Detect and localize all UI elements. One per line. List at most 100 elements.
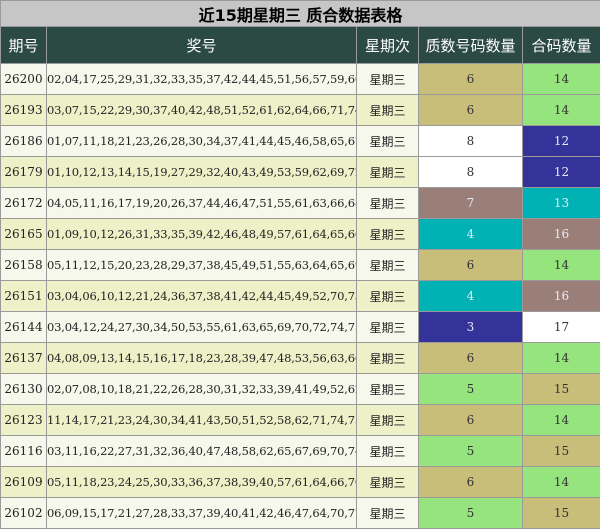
prime-count-cell: 3 xyxy=(418,311,523,343)
numbers-cell: 01,10,12,13,14,15,19,27,29,32,40,43,49,5… xyxy=(46,156,357,188)
weekday-cell: 星期三 xyxy=(356,466,419,498)
period-cell: 26116 xyxy=(0,435,47,467)
numbers-cell: 04,08,09,13,14,15,16,17,18,23,28,39,47,4… xyxy=(46,342,357,374)
table-row: 26186 01,07,11,18,21,23,26,28,30,34,37,41… xyxy=(0,125,600,157)
prime-count-cell: 6 xyxy=(418,249,523,281)
weekday-cell: 星期三 xyxy=(356,342,419,374)
composite-count-cell: 15 xyxy=(522,435,600,467)
composite-count-cell: 14 xyxy=(522,466,600,498)
table-row: 26200 02,04,17,25,29,31,32,33,35,37,42,44… xyxy=(0,63,600,95)
header-weekday: 星期次 xyxy=(356,26,419,64)
numbers-cell: 11,14,17,21,23,24,30,34,41,43,50,51,52,5… xyxy=(46,404,357,436)
weekday-cell: 星期三 xyxy=(356,249,419,281)
prime-count-cell: 6 xyxy=(418,342,523,374)
table-row: 26179 01,10,12,13,14,15,19,27,29,32,40,43… xyxy=(0,156,600,188)
weekday-cell: 星期三 xyxy=(356,125,419,157)
composite-count-cell: 17 xyxy=(522,311,600,343)
numbers-cell: 05,11,18,23,24,25,30,33,36,37,38,39,40,5… xyxy=(46,466,357,498)
numbers-cell: 01,07,11,18,21,23,26,28,30,34,37,41,44,4… xyxy=(46,125,357,157)
header-numbers: 奖号 xyxy=(46,26,357,64)
period-cell: 26102 xyxy=(0,497,47,529)
prime-count-cell: 5 xyxy=(418,435,523,467)
weekday-cell: 星期三 xyxy=(356,94,419,126)
period-cell: 26186 xyxy=(0,125,47,157)
header-prime-count: 质数号码数量 xyxy=(418,26,523,64)
prime-count-cell: 6 xyxy=(418,466,523,498)
period-cell: 26144 xyxy=(0,311,47,343)
period-cell: 26172 xyxy=(0,187,47,219)
period-cell: 26179 xyxy=(0,156,47,188)
composite-count-cell: 12 xyxy=(522,125,600,157)
table-row: 26193 03,07,15,22,29,30,37,40,42,48,51,52… xyxy=(0,94,600,126)
weekday-cell: 星期三 xyxy=(356,156,419,188)
prime-count-cell: 5 xyxy=(418,373,523,405)
numbers-cell: 06,09,15,17,21,27,28,33,37,39,40,41,42,4… xyxy=(46,497,357,529)
weekday-cell: 星期三 xyxy=(356,435,419,467)
data-table: 近15期星期三 质合数据表格 期号 奖号 星期次 质数号码数量 合码数量 262… xyxy=(0,0,600,529)
weekday-cell: 星期三 xyxy=(356,280,419,312)
numbers-cell: 04,05,11,16,17,19,20,26,37,44,46,47,51,5… xyxy=(46,187,357,219)
table-row: 26165 01,09,10,12,26,31,33,35,39,42,46,48… xyxy=(0,218,600,250)
composite-count-cell: 16 xyxy=(522,218,600,250)
numbers-cell: 05,11,12,15,20,23,28,29,37,38,45,49,51,5… xyxy=(46,249,357,281)
numbers-cell: 03,11,16,22,27,31,32,36,40,47,48,58,62,6… xyxy=(46,435,357,467)
header-period: 期号 xyxy=(0,26,47,64)
period-cell: 26130 xyxy=(0,373,47,405)
prime-count-cell: 6 xyxy=(418,94,523,126)
period-cell: 26123 xyxy=(0,404,47,436)
numbers-cell: 03,04,12,24,27,30,34,50,53,55,61,63,65,6… xyxy=(46,311,357,343)
numbers-cell: 02,04,17,25,29,31,32,33,35,37,42,44,45,5… xyxy=(46,63,357,95)
period-cell: 26151 xyxy=(0,280,47,312)
composite-count-cell: 12 xyxy=(522,156,600,188)
composite-count-cell: 15 xyxy=(522,373,600,405)
table-body: 26200 02,04,17,25,29,31,32,33,35,37,42,44… xyxy=(0,63,600,529)
period-cell: 26137 xyxy=(0,342,47,374)
prime-count-cell: 7 xyxy=(418,187,523,219)
weekday-cell: 星期三 xyxy=(356,497,419,529)
prime-count-cell: 4 xyxy=(418,280,523,312)
prime-count-cell: 6 xyxy=(418,404,523,436)
title-row: 近15期星期三 质合数据表格 xyxy=(0,0,600,27)
weekday-cell: 星期三 xyxy=(356,311,419,343)
table-row: 26144 03,04,12,24,27,30,34,50,53,55,61,63… xyxy=(0,311,600,343)
period-cell: 26158 xyxy=(0,249,47,281)
table-row: 26102 06,09,15,17,21,27,28,33,37,39,40,41… xyxy=(0,497,600,529)
weekday-cell: 星期三 xyxy=(356,63,419,95)
composite-count-cell: 16 xyxy=(522,280,600,312)
table-row: 26109 05,11,18,23,24,25,30,33,36,37,38,39… xyxy=(0,466,600,498)
prime-count-cell: 6 xyxy=(418,63,523,95)
table-row: 26123 11,14,17,21,23,24,30,34,41,43,50,51… xyxy=(0,404,600,436)
composite-count-cell: 14 xyxy=(522,63,600,95)
composite-count-cell: 14 xyxy=(522,342,600,374)
period-cell: 26193 xyxy=(0,94,47,126)
numbers-cell: 03,07,15,22,29,30,37,40,42,48,51,52,61,6… xyxy=(46,94,357,126)
table-row: 26158 05,11,12,15,20,23,28,29,37,38,45,49… xyxy=(0,249,600,281)
table-row: 26172 04,05,11,16,17,19,20,26,37,44,46,47… xyxy=(0,187,600,219)
header-row: 期号 奖号 星期次 质数号码数量 合码数量 xyxy=(0,26,600,64)
weekday-cell: 星期三 xyxy=(356,373,419,405)
composite-count-cell: 13 xyxy=(522,187,600,219)
composite-count-cell: 14 xyxy=(522,94,600,126)
period-cell: 26200 xyxy=(0,63,47,95)
table-row: 26116 03,11,16,22,27,31,32,36,40,47,48,58… xyxy=(0,435,600,467)
numbers-cell: 01,09,10,12,26,31,33,35,39,42,46,48,49,5… xyxy=(46,218,357,250)
table-title: 近15期星期三 质合数据表格 xyxy=(0,0,600,27)
composite-count-cell: 14 xyxy=(522,404,600,436)
prime-count-cell: 8 xyxy=(418,125,523,157)
numbers-cell: 02,07,08,10,18,21,22,26,28,30,31,32,33,3… xyxy=(46,373,357,405)
numbers-cell: 03,04,06,10,12,21,24,36,37,38,41,42,44,4… xyxy=(46,280,357,312)
composite-count-cell: 14 xyxy=(522,249,600,281)
period-cell: 26109 xyxy=(0,466,47,498)
weekday-cell: 星期三 xyxy=(356,404,419,436)
prime-count-cell: 8 xyxy=(418,156,523,188)
prime-count-cell: 5 xyxy=(418,497,523,529)
table-row: 26137 04,08,09,13,14,15,16,17,18,23,28,39… xyxy=(0,342,600,374)
table-row: 26130 02,07,08,10,18,21,22,26,28,30,31,32… xyxy=(0,373,600,405)
period-cell: 26165 xyxy=(0,218,47,250)
weekday-cell: 星期三 xyxy=(356,187,419,219)
composite-count-cell: 15 xyxy=(522,497,600,529)
table-row: 26151 03,04,06,10,12,21,24,36,37,38,41,42… xyxy=(0,280,600,312)
header-composite-count: 合码数量 xyxy=(522,26,600,64)
prime-count-cell: 4 xyxy=(418,218,523,250)
weekday-cell: 星期三 xyxy=(356,218,419,250)
